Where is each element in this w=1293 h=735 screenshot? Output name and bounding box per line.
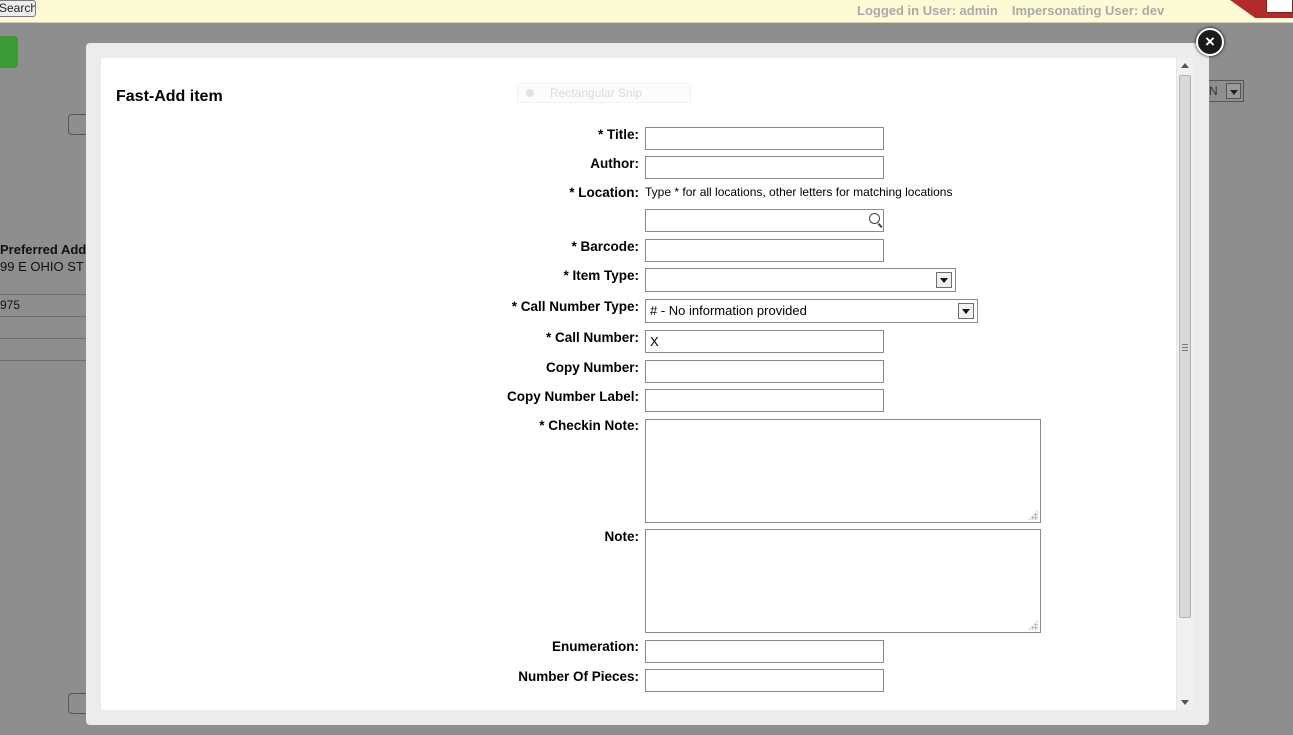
call-number-label: * Call Number: <box>545 330 639 345</box>
background-field-value: 975 <box>0 298 21 312</box>
background-select-value: N <box>1209 84 1218 98</box>
search-icon[interactable] <box>869 213 880 224</box>
item-type-label: * Item Type: <box>563 268 639 283</box>
copy-number-label: Copy Number: <box>545 360 639 375</box>
snip-overlay: Rectangular Snip <box>517 83 691 103</box>
scroll-thumb[interactable] <box>1179 75 1191 618</box>
background-select: N <box>1206 80 1244 102</box>
item-type-select[interactable] <box>645 268 956 292</box>
snip-overlay-label: Rectangular Snip <box>550 86 643 100</box>
preferred-address-label: Preferred Address <box>0 242 86 257</box>
call-number-type-select[interactable]: # - No information provided <box>645 299 978 323</box>
author-label: Author: <box>590 156 639 171</box>
barcode-label: * Barcode: <box>571 239 639 254</box>
chevron-down-icon[interactable] <box>958 303 974 319</box>
resize-grip-icon[interactable] <box>1028 620 1038 630</box>
title-input[interactable] <box>645 127 884 150</box>
snip-icon <box>526 89 534 97</box>
call-number-type-value: # - No information provided <box>650 303 807 318</box>
number-of-pieces-label: Number Of Pieces: <box>518 669 639 684</box>
preferred-address-value: 99 E OHIO ST <box>0 259 84 274</box>
number-of-pieces-input[interactable] <box>645 669 884 692</box>
call-number-input[interactable] <box>645 330 884 353</box>
enumeration-label: Enumeration: <box>551 639 639 654</box>
copy-number-label-label: Copy Number Label: <box>506 389 639 404</box>
chevron-down-icon <box>1226 83 1241 99</box>
copy-number-input[interactable] <box>645 360 884 383</box>
logged-in-user: Logged in User: admin <box>857 3 998 18</box>
chevron-down-icon[interactable] <box>936 272 952 288</box>
grip-icon <box>1182 344 1188 351</box>
title-label: * Title: <box>597 127 639 142</box>
location-hint: Type * for all locations, other letters … <box>645 185 953 199</box>
location-input[interactable] <box>645 209 884 232</box>
corner-button[interactable] <box>1266 0 1293 13</box>
scroll-down-icon[interactable] <box>1181 700 1189 705</box>
impersonating-user: Impersonating User: dev <box>1011 3 1165 18</box>
barcode-input[interactable] <box>645 239 884 262</box>
author-input[interactable] <box>645 156 884 179</box>
location-label: * Location: <box>569 185 639 200</box>
divider <box>0 360 86 361</box>
dialog-content: Fast-Add item Rectangular Snip * Title: … <box>101 58 1193 710</box>
note-textarea[interactable] <box>645 529 1041 633</box>
top-bar: Search Logged in User: admin Impersonatin… <box>0 0 1293 23</box>
close-button[interactable]: × <box>1196 28 1224 56</box>
divider <box>0 338 86 339</box>
search-button[interactable]: Search <box>0 0 36 17</box>
scroll-up-icon[interactable] <box>1181 63 1189 68</box>
background-green-button <box>0 36 18 68</box>
resize-grip-icon[interactable] <box>1028 510 1038 520</box>
divider <box>0 294 86 295</box>
checkin-note-textarea[interactable] <box>645 419 1041 523</box>
vertical-scrollbar[interactable] <box>1176 58 1193 710</box>
call-number-type-label: * Call Number Type: <box>511 299 639 314</box>
checkin-note-label: * Checkin Note: <box>539 418 639 433</box>
dialog-title: Fast-Add item <box>116 88 223 105</box>
user-info: Logged in User: admin Impersonating User:… <box>857 3 1207 19</box>
divider <box>0 316 86 317</box>
fast-add-dialog: Fast-Add item Rectangular Snip * Title: … <box>86 43 1209 725</box>
copy-number-label-input[interactable] <box>645 389 884 412</box>
note-label: Note: <box>604 529 640 544</box>
enumeration-input[interactable] <box>645 640 884 663</box>
